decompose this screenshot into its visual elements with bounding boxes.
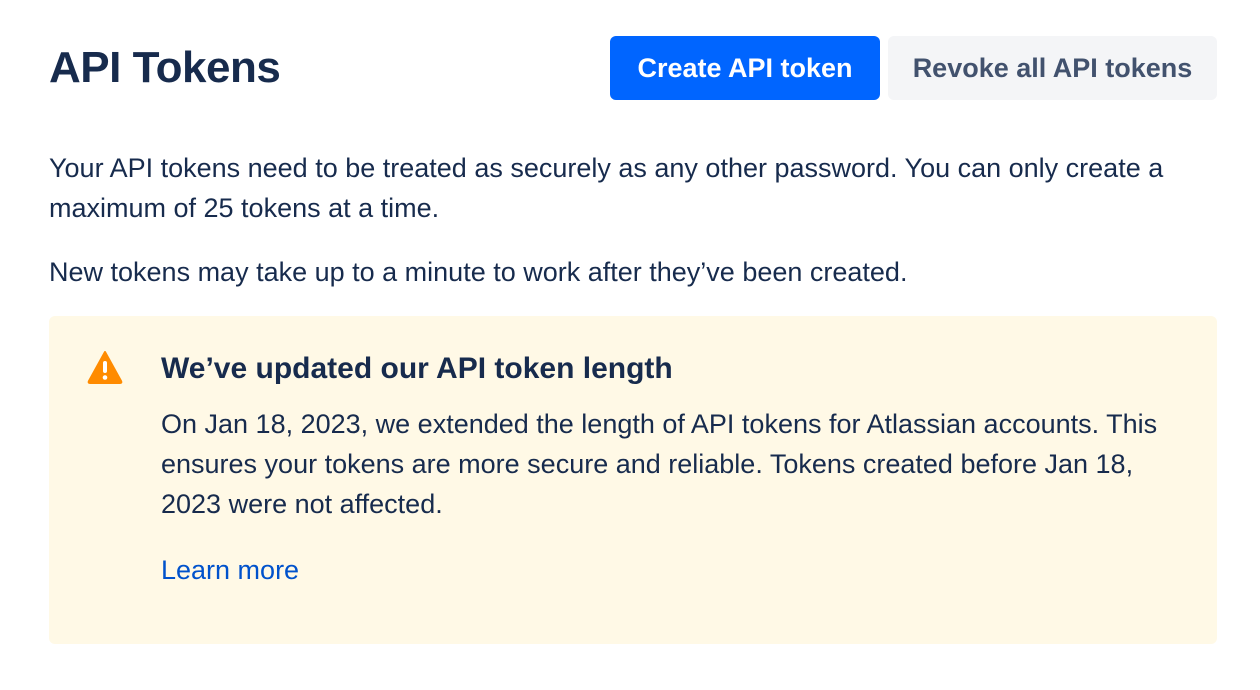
token-length-notice: We’ve updated our API token length On Ja… — [49, 316, 1217, 644]
revoke-all-api-tokens-button[interactable]: Revoke all API tokens — [888, 36, 1217, 100]
description-delay: New tokens may take up to a minute to wo… — [49, 257, 908, 287]
api-tokens-page: API Tokens Create API token Revoke all A… — [0, 0, 1260, 690]
create-api-token-button[interactable]: Create API token — [610, 36, 880, 100]
notice-body: On Jan 18, 2023, we extended the length … — [161, 409, 1158, 519]
description-security: Your API tokens need to be treated as se… — [49, 153, 1164, 223]
notice-title: We’ve updated our API token length — [161, 352, 673, 385]
warning-icon — [87, 350, 123, 384]
header-actions: Create API token Revoke all API tokens — [610, 36, 1217, 100]
page-title: API Tokens — [49, 43, 281, 92]
page-header: API Tokens Create API token Revoke all A… — [49, 36, 1217, 100]
learn-more-link[interactable]: Learn more — [161, 550, 299, 590]
